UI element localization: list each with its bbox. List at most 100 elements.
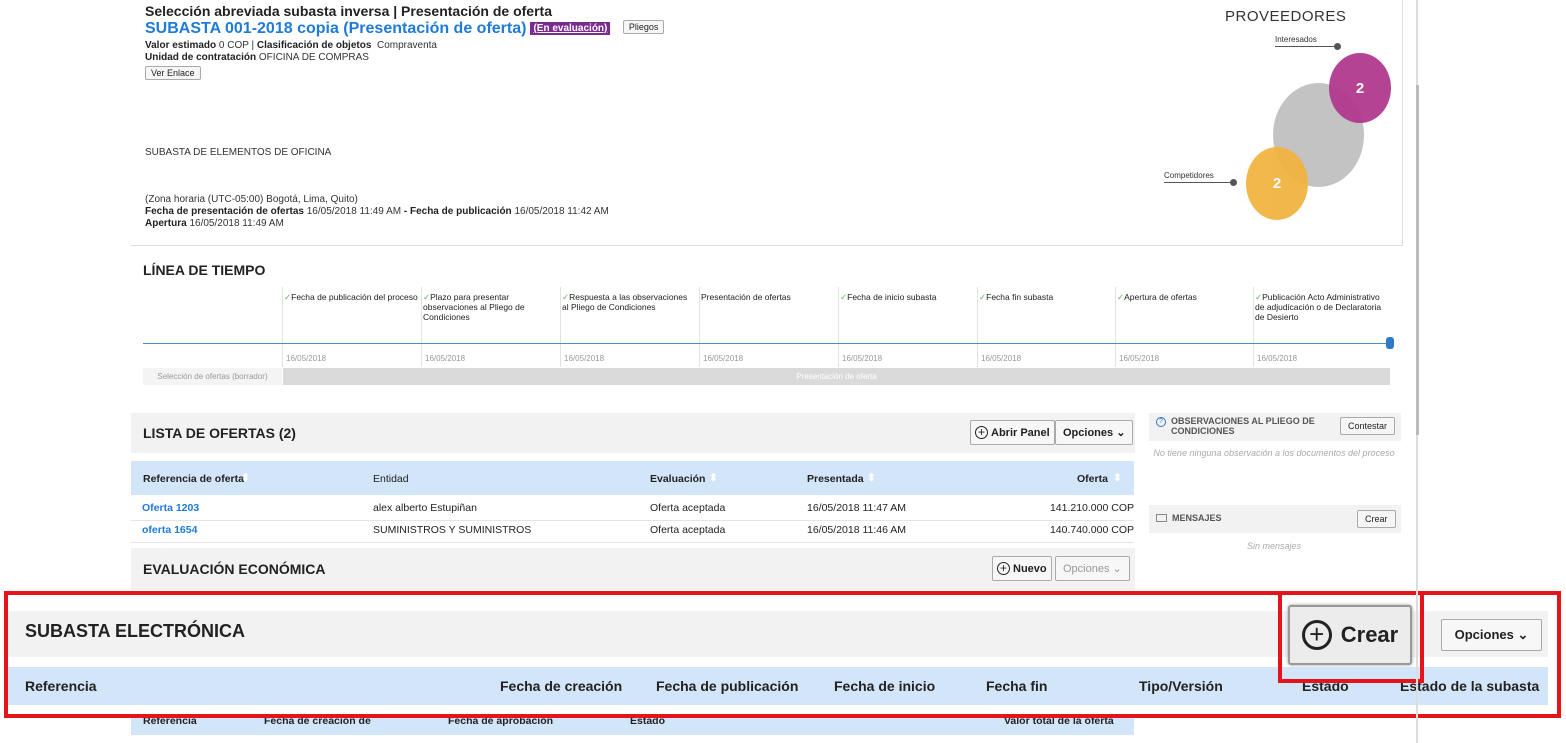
nuevo-button[interactable]: + Nuevo	[992, 556, 1052, 581]
presentada-cell: 16/05/2018 11:47 AM	[807, 502, 907, 514]
abrir-panel-button[interactable]: + Abrir Panel	[970, 420, 1055, 445]
interesados-leader-line	[1275, 46, 1337, 47]
timeline-divider	[560, 287, 561, 367]
offer-link[interactable]: oferta 1654	[142, 524, 197, 536]
phase-left: Selección de ofertas (borrador)	[143, 368, 282, 385]
crear-mensaje-button[interactable]: Crear	[1357, 510, 1396, 528]
competidores-label: Competidores	[1164, 171, 1214, 180]
contestar-button[interactable]: Contestar	[1340, 417, 1396, 435]
evaluacion-opciones-button[interactable]: Opciones ⌄	[1055, 556, 1130, 581]
proveedores-title: PROVEEDORES	[1225, 8, 1347, 25]
timeline-step-date: 16/05/2018	[981, 354, 1022, 363]
help-icon[interactable]: ?	[1156, 417, 1166, 427]
clasif-label: Clasificación de objetos	[256, 40, 372, 51]
evaluacion-cell: Oferta aceptada	[650, 502, 726, 514]
ofertas-opciones-label: Opciones	[1063, 427, 1114, 439]
timeline-step-date: 16/05/2018	[286, 354, 327, 363]
envelope-icon	[1156, 514, 1167, 522]
nuevo-label: Nuevo	[1013, 563, 1047, 575]
process-description: SUBASTA DE ELEMENTOS DE OFICINA	[145, 147, 332, 158]
col-presentada[interactable]: Presentada	[807, 473, 864, 485]
interesados-leader-dot	[1334, 43, 1341, 50]
sort-icon[interactable]: ⬍	[241, 472, 250, 484]
ver-enlace-button[interactable]: Ver Enlace	[145, 66, 201, 80]
valor-value: 0 COP	[218, 40, 249, 51]
fecha-presentacion-label: Fecha de presentación de ofertas	[145, 206, 304, 217]
timeline-step-label: Fecha de inicio subasta	[847, 292, 937, 302]
apertura-label: Apertura	[145, 218, 187, 229]
valor-label: Valor estimado	[145, 40, 217, 51]
interesados-bubble[interactable]: 2	[1329, 53, 1391, 123]
interesados-label: Interesados	[1275, 35, 1317, 44]
col-oferta[interactable]: Oferta	[1077, 473, 1108, 485]
observaciones-title: OBSERVACIONES AL PLIEGO DE CONDICIONES	[1171, 416, 1315, 436]
scrollbar-thumb[interactable]	[1416, 85, 1419, 435]
clasif-value: Compraventa	[376, 40, 437, 51]
timeline-line	[143, 343, 1389, 344]
chevron-down-icon: ⌄	[1112, 563, 1122, 575]
dates-line: Fecha de presentación de ofertas 16/05/2…	[145, 206, 609, 217]
entidad-cell: SUMINISTROS Y SUMINISTROS	[373, 524, 532, 536]
observaciones-empty: No tiene ninguna observación a los docum…	[1153, 448, 1395, 458]
timeline-step-label: Publicación Acto Administrativo de adjud…	[1255, 292, 1382, 322]
ofertas-table-header: Referencia de oferta ⬍ Entidad Evaluación…	[131, 461, 1134, 495]
timeline-step: ✓Apertura de ofertas	[1117, 292, 1251, 302]
timeline-step: ✓Fecha fin subasta	[979, 292, 1113, 302]
timeline-step-date: 16/05/2018	[842, 354, 883, 363]
timeline-step-label: Plazo para presentar observaciones al Pl…	[423, 292, 525, 322]
timeline-step: ✓Fecha de inicio subasta	[840, 292, 974, 302]
presentada-cell: 16/05/2018 11:46 AM	[807, 524, 907, 536]
sort-icon[interactable]: ⬍	[709, 472, 718, 484]
plus-circle-icon: +	[975, 426, 988, 439]
chevron-down-icon: ⌄	[1116, 427, 1126, 439]
timeline-step-date: 16/05/2018	[703, 354, 744, 363]
timeline-divider	[977, 287, 978, 367]
mensajes-title: MENSAJES	[1172, 513, 1222, 523]
timeline-step-date: 16/05/2018	[425, 354, 466, 363]
competidores-bubble[interactable]: 2	[1246, 147, 1308, 220]
timeline-title: LÍNEA DE TIEMPO	[143, 262, 266, 278]
dates-separator: -	[401, 206, 410, 217]
evaluacion-cell: Oferta aceptada	[650, 524, 726, 536]
timeline-step: ✓Respuesta a las observaciones al Pliego…	[562, 292, 696, 312]
page-title: Selección abreviada subasta inversa | Pr…	[145, 3, 552, 19]
competidores-leader-dot	[1230, 179, 1237, 186]
oferta-value-cell: 140.740.000 COP	[1049, 524, 1134, 536]
timeline-divider	[421, 287, 422, 367]
timeline-step-date: 16/05/2018	[564, 354, 605, 363]
ofertas-opciones-button[interactable]: Opciones ⌄	[1055, 420, 1134, 445]
timeline-divider	[838, 287, 839, 367]
crear-highlight-frame	[1278, 591, 1424, 683]
timeline-divider	[699, 287, 700, 367]
evaluacion-opciones-label: Opciones	[1063, 563, 1110, 575]
sort-icon[interactable]: ⬍	[1113, 472, 1122, 484]
col-entidad: Entidad	[373, 473, 409, 485]
offer-link[interactable]: Oferta 1203	[142, 502, 199, 514]
col-evaluacion[interactable]: Evaluación	[650, 473, 705, 485]
timeline-step-date: 16/05/2018	[1119, 354, 1160, 363]
fecha-presentacion-value: 16/05/2018 11:49 AM	[306, 206, 402, 217]
table-row[interactable]: Oferta 1203 alex alberto Estupiñan Oferta …	[131, 500, 1134, 521]
fecha-publicacion-value: 16/05/2018 11:42 AM	[514, 206, 609, 217]
timeline-step: ✓Fecha de publicación del proceso	[284, 292, 418, 302]
timeline-step: ✓Plazo para presentar observaciones al P…	[423, 292, 557, 322]
unidad-line: Unidad de contratación OFICINA DE COMPRA…	[145, 52, 369, 63]
entidad-cell: alex alberto Estupiñan	[373, 502, 477, 514]
valor-line: Valor estimado 0 COP | Clasificación de …	[145, 40, 437, 51]
col-referencia[interactable]: Referencia de oferta	[143, 473, 244, 485]
oferta-value-cell: 141.210.000 COP	[1049, 502, 1134, 514]
ofertas-title: LISTA DE OFERTAS (2)	[143, 425, 296, 441]
timeline-divider	[1253, 287, 1254, 367]
fecha-publicacion-label: Fecha de publicación	[409, 206, 512, 217]
process-subtitle: SUBASTA 001-2018 copia (Presentación de …	[145, 20, 665, 38]
timeline-end-marker	[1386, 337, 1394, 349]
mensajes-empty: Sin mensajes	[1246, 541, 1302, 551]
apertura-value: 16/05/2018 11:49 AM	[189, 218, 284, 229]
table-row[interactable]: oferta 1654 SUMINISTROS Y SUMINISTROS Ofer…	[131, 522, 1134, 543]
pliegos-button[interactable]: Pliegos	[622, 20, 665, 34]
timeline-step-label: Fecha fin subasta	[986, 292, 1054, 302]
unidad-label: Unidad de contratación	[145, 52, 257, 63]
timezone-text: (Zona horaria (UTC-05:00) Bogotá, Lima, …	[145, 194, 358, 205]
evaluacion-title: EVALUACIÓN ECONÓMICA	[143, 561, 326, 577]
sort-icon[interactable]: ⬍	[867, 472, 876, 484]
